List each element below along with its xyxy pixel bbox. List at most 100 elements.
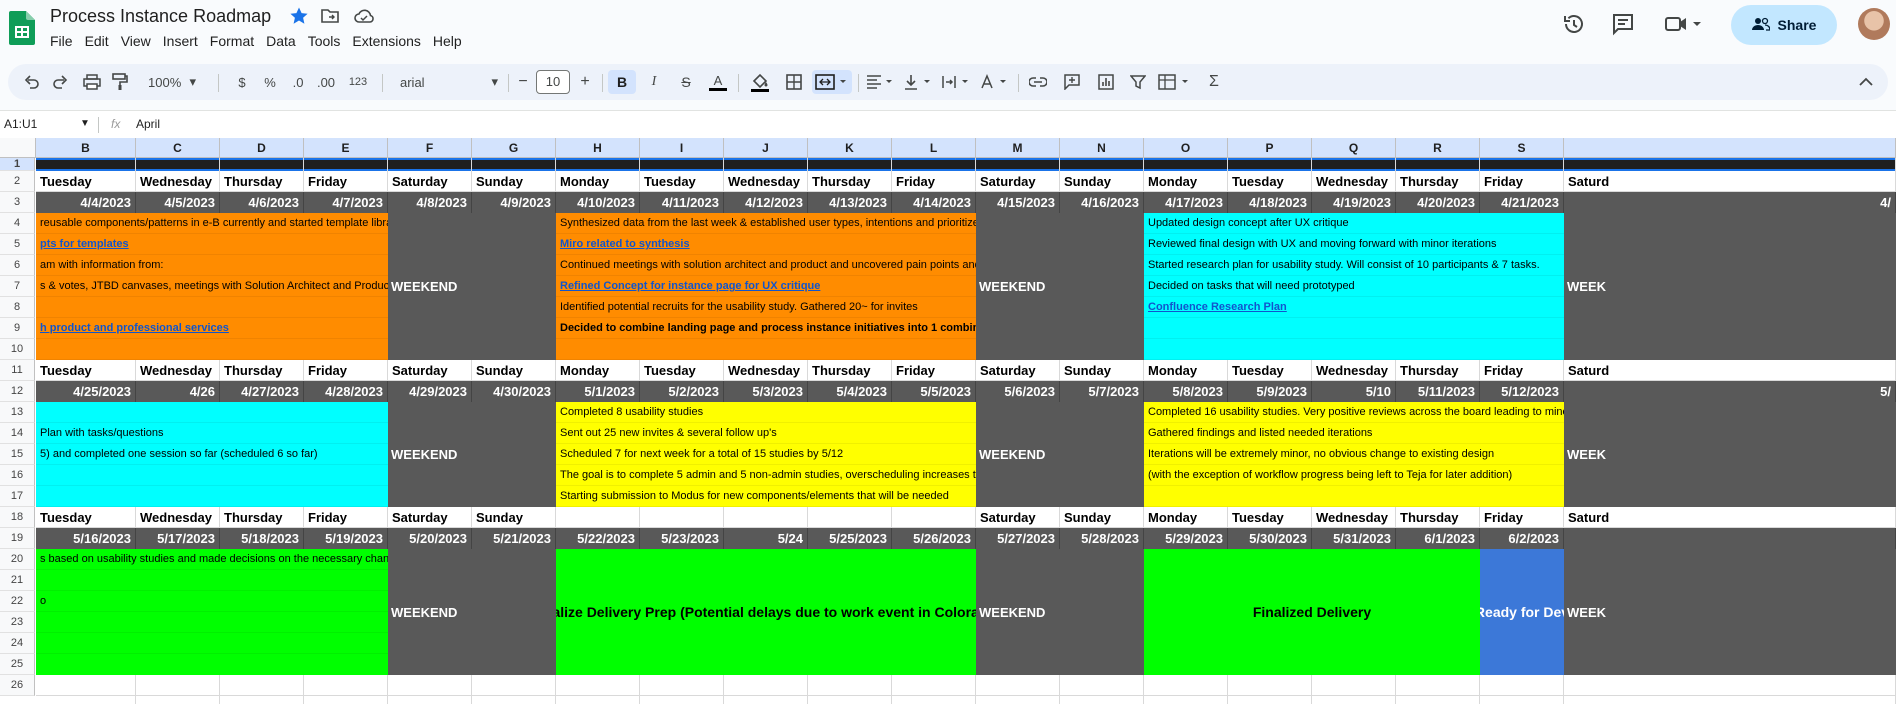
date-label[interactable]: 4/9/2023 xyxy=(472,192,556,213)
event-note[interactable]: o xyxy=(36,591,388,612)
date-label[interactable]: 5/27/2023 xyxy=(976,528,1060,549)
column-header-b[interactable]: B xyxy=(36,138,136,158)
day-label[interactable] xyxy=(724,507,808,528)
date-label[interactable]: 4/19/2023 xyxy=(1312,192,1396,213)
menu-extensions[interactable]: Extensions xyxy=(352,31,428,51)
spreadsheet-grid[interactable]: B C D E F G H I J K L M N O P Q R S 1 2 3 4 5 6 7 8 9 10 11 12 13 14 15 1… xyxy=(0,138,1896,704)
day-label[interactable]: Friday xyxy=(304,360,388,381)
event-note[interactable]: (with the exception of workflow progress… xyxy=(1144,465,1564,486)
date-label[interactable]: 4/10/2023 xyxy=(556,192,640,213)
day-label[interactable]: Tuesday xyxy=(1228,507,1312,528)
vertical-align-icon[interactable] xyxy=(902,70,936,94)
insert-comment-icon[interactable] xyxy=(1058,70,1086,94)
finalized-delivery-block[interactable]: Finalized Delivery xyxy=(1144,549,1480,675)
date-label[interactable]: 5/17/2023 xyxy=(136,528,220,549)
day-label[interactable]: Wednesday xyxy=(1312,507,1396,528)
menu-file[interactable]: File xyxy=(50,31,81,51)
day-label[interactable]: Sunday xyxy=(1060,171,1144,192)
date-label[interactable]: 5/26/2023 xyxy=(892,528,976,549)
date-label[interactable]: 5/6/2023 xyxy=(976,381,1060,402)
date-label[interactable]: 4/25/2023 xyxy=(36,381,136,402)
row-header-8[interactable]: 8 xyxy=(0,297,35,318)
day-label[interactable]: Wednesday xyxy=(136,360,220,381)
day-label[interactable]: Sunday xyxy=(1060,507,1144,528)
row-header-20[interactable]: 20 xyxy=(0,549,35,570)
row-header-14[interactable]: 14 xyxy=(0,423,35,444)
date-label[interactable]: 5/16/2023 xyxy=(36,528,136,549)
event-note[interactable]: Starting submission to Modus for new com… xyxy=(556,486,976,507)
day-label[interactable]: Wednesday xyxy=(1312,171,1396,192)
menu-edit[interactable]: Edit xyxy=(85,31,117,51)
more-formats-button[interactable]: 123 xyxy=(342,70,374,94)
row-header-13[interactable]: 13 xyxy=(0,402,35,423)
day-label[interactable]: Thursday xyxy=(1396,171,1480,192)
date-label[interactable]: 4/6/2023 xyxy=(220,192,304,213)
event-note[interactable]: 5) and completed one session so far (sch… xyxy=(36,444,388,465)
event-note[interactable] xyxy=(556,339,976,360)
date-label[interactable]: 5/20/2023 xyxy=(388,528,472,549)
event-note[interactable]: s based on usability studies and made de… xyxy=(36,549,388,570)
date-label[interactable]: 5/30/2023 xyxy=(1228,528,1312,549)
date-label[interactable]: 5/21/2023 xyxy=(472,528,556,549)
column-header-e[interactable]: E xyxy=(304,138,388,158)
column-header-r[interactable]: R xyxy=(1396,138,1480,158)
grid-corner[interactable] xyxy=(0,138,36,158)
day-label[interactable] xyxy=(556,507,640,528)
weekend-block[interactable]: WEEKEND xyxy=(976,549,1144,675)
date-label[interactable]: 4/29/2023 xyxy=(388,381,472,402)
column-header-s[interactable]: S xyxy=(1480,138,1564,158)
row-header-11[interactable]: 11 xyxy=(0,360,35,381)
event-note[interactable]: Gathered findings and listed needed iter… xyxy=(1144,423,1564,444)
column-header-partial[interactable] xyxy=(1564,138,1896,158)
row-header-7[interactable]: 7 xyxy=(0,276,35,297)
insert-link-icon[interactable] xyxy=(1024,70,1052,94)
row-header-2[interactable]: 2 xyxy=(0,171,35,192)
date-label[interactable]: 4/27/2023 xyxy=(220,381,304,402)
day-label[interactable]: Sunday xyxy=(1060,360,1144,381)
day-label[interactable]: Tuesday xyxy=(1228,360,1312,381)
date-label[interactable]: 4/ xyxy=(1564,192,1896,213)
column-header-j[interactable]: J xyxy=(724,138,808,158)
row-header-1[interactable]: 1 xyxy=(0,158,35,171)
italic-button[interactable]: I xyxy=(640,70,668,94)
version-history-icon[interactable] xyxy=(1562,12,1588,38)
finalize-delivery-prep-block[interactable]: Finalize Delivery Prep (Potential delays… xyxy=(556,549,976,675)
date-label[interactable]: 5/2/2023 xyxy=(640,381,724,402)
day-label[interactable]: Friday xyxy=(304,171,388,192)
column-header-m[interactable]: M xyxy=(976,138,1060,158)
date-label[interactable]: 5/23/2023 xyxy=(640,528,724,549)
day-label[interactable]: Monday xyxy=(1144,360,1228,381)
decrease-font-size-button[interactable]: − xyxy=(512,70,534,94)
event-note[interactable] xyxy=(1144,339,1564,360)
date-label[interactable]: 4/14/2023 xyxy=(892,192,976,213)
day-label[interactable]: Thursday xyxy=(220,507,304,528)
event-note[interactable]: Sent out 25 new invites & several follow… xyxy=(556,423,976,444)
event-note[interactable]: Iterations will be extremely minor, no o… xyxy=(1144,444,1564,465)
column-header-h[interactable]: H xyxy=(556,138,640,158)
weekend-block[interactable]: WEEKEND xyxy=(976,213,1144,360)
event-note[interactable]: Completed 16 usability studies. Very pos… xyxy=(1144,402,1564,423)
event-note[interactable]: Scheduled 7 for next week for a total of… xyxy=(556,444,976,465)
day-label[interactable]: Wednesday xyxy=(724,360,808,381)
print-icon[interactable] xyxy=(80,70,104,94)
day-label[interactable]: Monday xyxy=(556,171,640,192)
day-label[interactable]: Sunday xyxy=(472,507,556,528)
day-label[interactable]: Friday xyxy=(1480,360,1564,381)
sheets-logo-icon[interactable] xyxy=(9,11,35,45)
event-note[interactable]: am with information from: xyxy=(36,255,388,276)
row-header-3[interactable]: 3 xyxy=(0,192,35,213)
row-header-6[interactable]: 6 xyxy=(0,255,35,276)
event-note[interactable]: h product and professional services xyxy=(36,318,388,339)
date-label[interactable]: 4/28/2023 xyxy=(304,381,388,402)
event-note[interactable]: Synthesized data from the last week & es… xyxy=(556,213,976,234)
weekend-block[interactable]: WEEKEND xyxy=(388,549,556,675)
date-label[interactable]: 4/12/2023 xyxy=(724,192,808,213)
day-label[interactable]: Tuesday xyxy=(1228,171,1312,192)
day-label[interactable]: Saturday xyxy=(976,507,1060,528)
currency-format-button[interactable]: $ xyxy=(230,70,254,94)
date-label[interactable]: 4/5/2023 xyxy=(136,192,220,213)
weekend-block[interactable]: WEEKEND xyxy=(388,213,556,360)
date-label[interactable]: 4/7/2023 xyxy=(304,192,388,213)
event-note[interactable] xyxy=(1144,486,1564,507)
cloud-saved-icon[interactable] xyxy=(353,6,374,26)
